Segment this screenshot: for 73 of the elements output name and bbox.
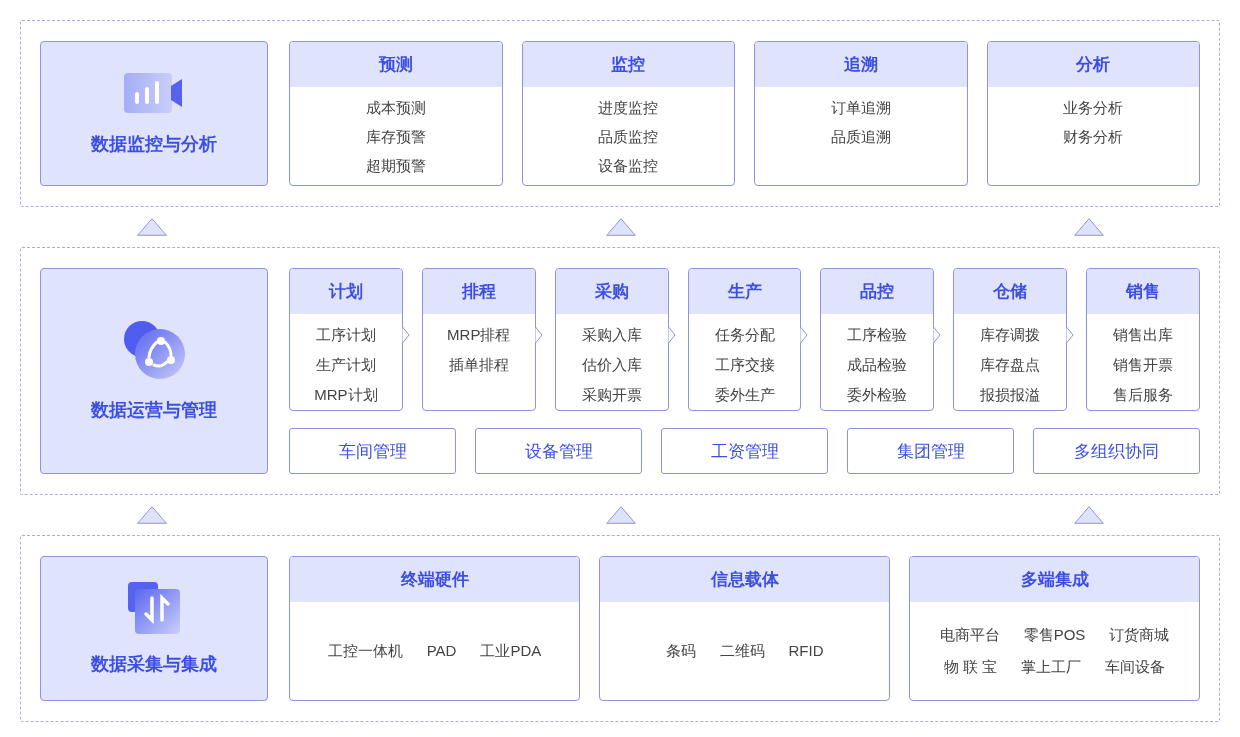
- up-arrow-icon: [1074, 218, 1104, 236]
- item-label: 报损报溢: [980, 385, 1041, 405]
- item-label: 财务分析: [1063, 127, 1124, 147]
- module-button[interactable]: 多组织协同: [1033, 428, 1200, 474]
- transfer-icon: [128, 581, 180, 634]
- item-label: 销售出库: [1113, 325, 1174, 345]
- item-label: 库存盘点: [980, 355, 1041, 375]
- card-title: 仓储: [993, 281, 1028, 303]
- card-title: 追溯: [843, 54, 878, 76]
- item-label: 销售开票: [1113, 355, 1174, 375]
- item-label: 工序检验: [847, 325, 908, 345]
- item-label: 成品检验: [847, 355, 908, 375]
- card-title: 监控: [611, 54, 646, 76]
- item-label: 电商平台: [939, 625, 1000, 645]
- up-arrow-icon: [1074, 506, 1104, 524]
- item-label: MRP计划: [314, 385, 378, 405]
- module-button[interactable]: 设备管理: [475, 428, 642, 474]
- item-label: 订单追溯: [830, 98, 891, 118]
- item-label: 工控一体机: [327, 641, 403, 661]
- item-label: 售后服务: [1113, 385, 1174, 405]
- item-label: PAD: [426, 641, 457, 661]
- card-title: 终端硬件: [400, 569, 469, 591]
- card-title: 计划: [328, 281, 363, 303]
- card-title: 品控: [860, 281, 895, 303]
- card-title: 销售: [1126, 281, 1161, 303]
- card-title: 生产: [727, 281, 762, 303]
- item-label: 超期预警: [365, 156, 426, 176]
- item-label: 插单排程: [448, 355, 509, 375]
- item-label: RFID: [788, 641, 824, 661]
- item-label: 采购开票: [581, 385, 642, 405]
- item-label: 二维码: [719, 641, 765, 661]
- card-title: 采购: [594, 281, 629, 303]
- item-label: 条码: [665, 641, 696, 661]
- item-label: 工序计划: [315, 325, 376, 345]
- item-label: 库存预警: [365, 127, 426, 147]
- item-label: 品质监控: [598, 127, 659, 147]
- item-label: 任务分配: [714, 325, 775, 345]
- item-label: 库存调拨: [980, 325, 1041, 345]
- item-label: 委外生产: [714, 385, 775, 405]
- item-label: 业务分析: [1063, 98, 1124, 118]
- item-label: 成本预测: [365, 98, 426, 118]
- card-title: 分析: [1076, 54, 1111, 76]
- item-label: 掌上工厂: [1021, 657, 1082, 677]
- item-label: 品质追溯: [830, 127, 891, 147]
- module-button[interactable]: 集团管理: [847, 428, 1014, 474]
- layer-title: 数据采集与集成: [91, 652, 217, 676]
- item-label: 采购入库: [581, 325, 642, 345]
- card-title: 信息载体: [710, 569, 779, 591]
- item-label: 生产计划: [315, 355, 376, 375]
- chart-camera-icon: [124, 71, 184, 114]
- up-arrow-icon: [137, 218, 167, 236]
- item-label: 设备监控: [598, 156, 659, 176]
- item-label: 订货商城: [1109, 625, 1170, 645]
- card-title: 预测: [378, 54, 413, 76]
- up-arrow-icon: [606, 218, 636, 236]
- card-title: 多端集成: [1020, 569, 1089, 591]
- item-label: 零售POS: [1023, 625, 1086, 645]
- item-label: 工序交接: [714, 355, 775, 375]
- item-label: 车间设备: [1105, 657, 1166, 677]
- up-arrow-icon: [606, 506, 636, 524]
- item-label: 工业PDA: [480, 641, 542, 661]
- module-button[interactable]: 车间管理: [289, 428, 456, 474]
- module-button[interactable]: 工资管理: [661, 428, 828, 474]
- layer-title: 数据监控与分析: [91, 132, 217, 156]
- item-label: 估价入库: [581, 355, 642, 375]
- item-label: 委外检验: [847, 385, 908, 405]
- item-label: 物 联 宝: [943, 657, 998, 677]
- layer-title: 数据运营与管理: [91, 399, 217, 422]
- item-label: MRP排程: [447, 325, 511, 345]
- item-label: 进度监控: [598, 98, 659, 118]
- up-arrow-icon: [137, 506, 167, 524]
- card-title: 排程: [461, 281, 496, 303]
- share-icon: [123, 320, 185, 380]
